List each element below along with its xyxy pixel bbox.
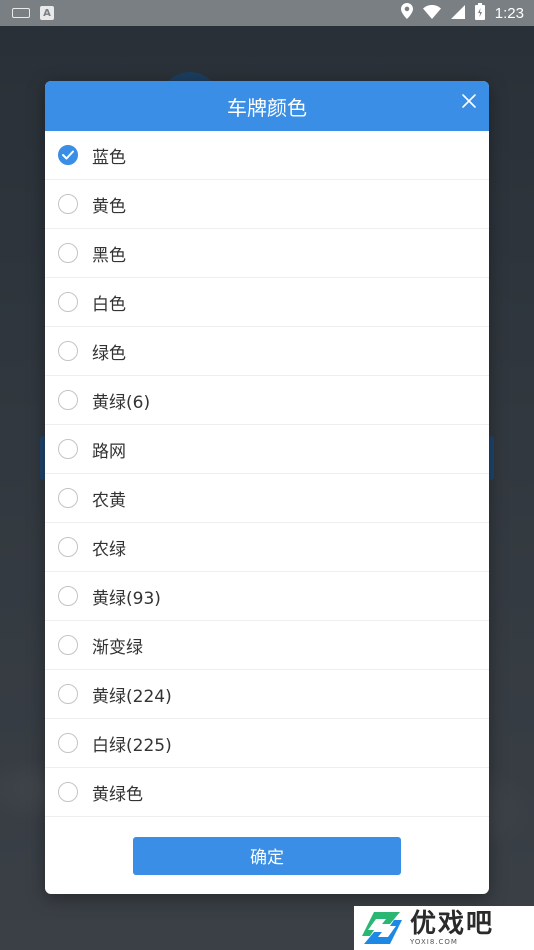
option-blue[interactable]: 蓝色 (45, 131, 489, 180)
option-farm-yellow[interactable]: 农黄 (45, 474, 489, 523)
wifi-icon (422, 4, 441, 23)
option-label: 绿色 (92, 343, 126, 364)
option-label: 黄绿(6) (92, 392, 151, 413)
radio-icon[interactable] (58, 586, 78, 606)
option-yellow-green-6[interactable]: 黄绿(6) (45, 376, 489, 425)
a-icon: A (40, 6, 54, 20)
status-right: 1:23 (400, 2, 524, 24)
radio-icon[interactable] (58, 390, 78, 410)
watermark-logo-icon (360, 908, 404, 948)
status-time: 1:23 (494, 4, 524, 22)
option-green[interactable]: 绿色 (45, 327, 489, 376)
option-label: 黑色 (92, 245, 126, 266)
radio-icon[interactable] (58, 341, 78, 361)
option-white-green-225[interactable]: 白绿(225) (45, 719, 489, 768)
keyboard-icon (12, 8, 30, 18)
option-label: 黄绿色 (92, 784, 143, 805)
battery-icon (474, 2, 485, 24)
option-yellow-green-color[interactable]: 黄绿色 (45, 768, 489, 817)
radio-icon[interactable] (58, 439, 78, 459)
plate-color-dialog: 车牌颜色 蓝色 黄色 黑色 白色 绿色 黄绿(6) 路网 农黄 农绿 黄绿(93… (45, 81, 489, 894)
close-icon[interactable] (459, 91, 479, 111)
option-label: 黄绿(93) (92, 588, 161, 609)
option-label: 农黄 (92, 490, 126, 511)
location-icon (400, 3, 413, 23)
radio-icon[interactable] (58, 537, 78, 557)
option-label: 黄绿(224) (92, 686, 172, 707)
radio-icon[interactable] (58, 635, 78, 655)
radio-icon[interactable] (58, 488, 78, 508)
radio-icon[interactable] (58, 292, 78, 312)
radio-icon[interactable] (58, 684, 78, 704)
option-black[interactable]: 黑色 (45, 229, 489, 278)
watermark-main: 优戏吧 (410, 909, 495, 939)
dialog-header: 车牌颜色 (45, 81, 489, 131)
check-icon[interactable] (58, 145, 78, 165)
option-label: 农绿 (92, 539, 126, 560)
option-label: 白绿(225) (92, 735, 172, 756)
watermark: 优戏吧 YOXI8.COM (354, 906, 534, 950)
dialog-title: 车牌颜色 (227, 95, 307, 120)
option-label: 白色 (92, 294, 126, 315)
option-road-network[interactable]: 路网 (45, 425, 489, 474)
option-label: 蓝色 (92, 147, 126, 168)
radio-icon[interactable] (58, 194, 78, 214)
status-bar: A 1:23 (0, 0, 534, 26)
dialog-footer: 确定 (45, 817, 489, 894)
radio-icon[interactable] (58, 782, 78, 802)
radio-icon[interactable] (58, 733, 78, 753)
option-white[interactable]: 白色 (45, 278, 489, 327)
option-label: 黄色 (92, 196, 126, 217)
confirm-button[interactable]: 确定 (133, 836, 401, 875)
watermark-text: 优戏吧 YOXI8.COM (410, 910, 494, 946)
option-yellow[interactable]: 黄色 (45, 180, 489, 229)
option-yellow-green-93[interactable]: 黄绿(93) (45, 572, 489, 621)
option-yellow-green-224[interactable]: 黄绿(224) (45, 670, 489, 719)
option-gradient-green[interactable]: 渐变绿 (45, 621, 489, 670)
option-farm-green[interactable]: 农绿 (45, 523, 489, 572)
option-label: 渐变绿 (92, 637, 143, 658)
radio-icon[interactable] (58, 243, 78, 263)
watermark-sub: YOXI8.COM (410, 938, 458, 946)
signal-icon (450, 4, 465, 23)
option-label: 路网 (92, 441, 126, 462)
status-left: A (12, 6, 54, 20)
color-option-list: 蓝色 黄色 黑色 白色 绿色 黄绿(6) 路网 农黄 农绿 黄绿(93) 渐变绿… (45, 131, 489, 817)
